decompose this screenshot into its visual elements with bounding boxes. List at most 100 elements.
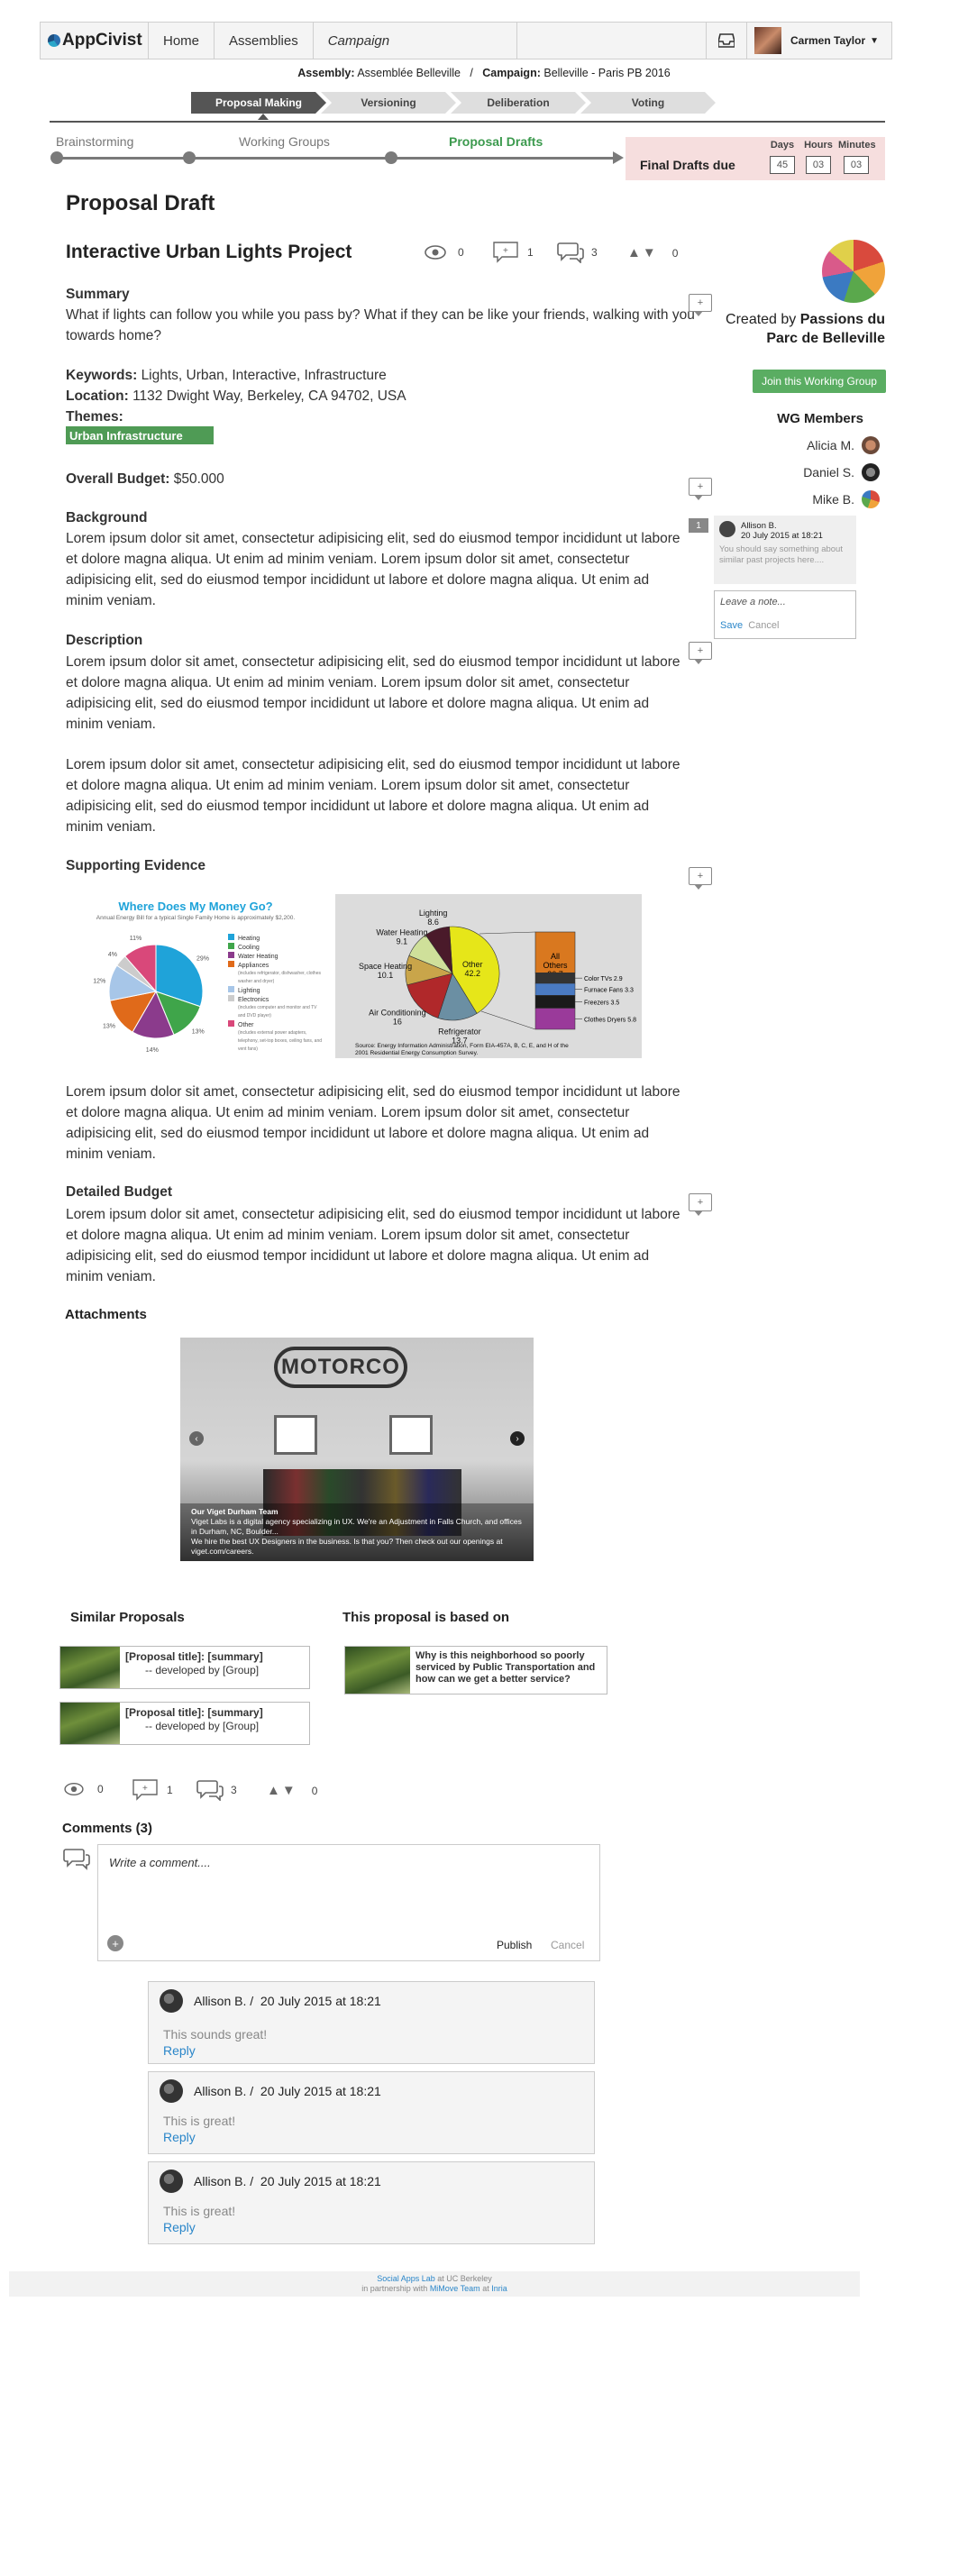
nav-campaign[interactable]: Campaign bbox=[314, 23, 517, 59]
cancel-note-button[interactable]: Cancel bbox=[748, 620, 779, 631]
pie-pct-label: 12% bbox=[93, 979, 105, 985]
phase-proposal-making[interactable]: Proposal Making bbox=[191, 92, 326, 114]
phase-voting[interactable]: Voting bbox=[580, 92, 716, 114]
nav-home[interactable]: Home bbox=[149, 23, 215, 59]
publish-button[interactable]: Publish bbox=[497, 1939, 532, 1951]
based-on-card[interactable]: Why is this neighborhood so poorly servi… bbox=[344, 1646, 607, 1694]
comment-editor[interactable]: Write a comment.... + Publish Cancel bbox=[97, 1844, 600, 1961]
similar-title: [Proposal title]: [summary] bbox=[125, 1706, 263, 1719]
comment-placeholder: Write a comment.... bbox=[109, 1856, 211, 1869]
avatar bbox=[160, 1989, 183, 2013]
window bbox=[274, 1415, 317, 1455]
breakdown-item-label: Clothes Dryers 5.8 bbox=[584, 1017, 636, 1023]
brand-logo[interactable]: AppCivist bbox=[41, 23, 149, 59]
user-menu[interactable]: Carmen Taylor ▼ bbox=[747, 23, 891, 59]
evidence-image-energy[interactable]: Other 42.2 Refrigerator 13.7 Air Conditionin… bbox=[335, 894, 642, 1058]
wg-member[interactable]: Daniel S. bbox=[748, 463, 880, 481]
downvote-icon[interactable]: ▼ bbox=[282, 1783, 296, 1798]
wg-member[interactable]: Mike B. bbox=[748, 490, 880, 508]
wg-member[interactable]: Alicia M. bbox=[748, 436, 880, 454]
inbox-icon[interactable] bbox=[706, 23, 747, 59]
countdown-days-label: Days bbox=[770, 140, 795, 151]
window bbox=[389, 1415, 433, 1455]
infographic-legend: Heating Cooling Water Heating Appliances… bbox=[228, 934, 323, 1054]
campaign-value[interactable]: Belleville - Paris PB 2016 bbox=[543, 67, 670, 79]
comments-icon bbox=[196, 1780, 224, 1801]
similar-title: [Proposal title]: [summary] bbox=[125, 1650, 263, 1663]
group-avatar[interactable] bbox=[822, 240, 885, 303]
votes-count: 0 bbox=[671, 246, 679, 260]
reply-button[interactable]: Reply bbox=[149, 2042, 594, 2060]
breakdown-item-label: Freezers 3.5 bbox=[584, 1000, 619, 1006]
add-note-button[interactable]: + bbox=[689, 642, 712, 664]
carousel-prev-icon[interactable]: ‹ bbox=[189, 1431, 204, 1446]
comment-separator: / bbox=[250, 1994, 254, 2008]
member-name: Daniel S. bbox=[803, 465, 854, 480]
stage-brainstorming[interactable]: Brainstorming bbox=[56, 134, 133, 149]
brand-name: AppCivist bbox=[62, 31, 142, 50]
comments-stat[interactable]: 3 bbox=[196, 1779, 237, 1801]
upvote-icon[interactable]: ▲ bbox=[267, 1783, 280, 1798]
pie-pct-label: 4% bbox=[108, 952, 117, 958]
downvote-icon[interactable]: ▼ bbox=[643, 245, 656, 260]
description-heading: Description bbox=[66, 633, 143, 648]
footer-inria-link[interactable]: Inria bbox=[491, 2284, 507, 2293]
attachment-caption: Our Viget Durham Team Viget Labs is a di… bbox=[180, 1503, 534, 1561]
save-note-button[interactable]: Save bbox=[720, 620, 743, 631]
add-attachment-icon[interactable]: + bbox=[107, 1935, 123, 1951]
legend-item: Appliances bbox=[228, 961, 323, 970]
add-note-button[interactable]: + bbox=[689, 294, 712, 316]
theme-tag[interactable]: Urban Infrastructure bbox=[66, 426, 214, 444]
add-note-button[interactable]: + bbox=[689, 867, 712, 890]
stage-proposal-drafts[interactable]: Proposal Drafts bbox=[449, 134, 543, 149]
note-input[interactable]: Leave a note... Save Cancel bbox=[714, 590, 856, 639]
pie-pct-label: 11% bbox=[130, 936, 142, 942]
footer-lab-link[interactable]: Social Apps Lab bbox=[377, 2274, 435, 2283]
comment-author: Allison B. bbox=[194, 2174, 247, 2188]
footer-team-link[interactable]: MiMove Team bbox=[430, 2284, 480, 2293]
similar-proposal-card[interactable]: [Proposal title]: [summary] -- developed … bbox=[59, 1702, 310, 1745]
nav-assemblies[interactable]: Assemblies bbox=[215, 23, 314, 59]
timeline-arrow-icon bbox=[613, 151, 624, 164]
note-date: 20 July 2015 at 18:21 bbox=[741, 531, 823, 541]
budget-row: Overall Budget: $50.000 bbox=[66, 469, 688, 489]
similar-proposal-card[interactable]: [Proposal title]: [summary] -- developed … bbox=[59, 1646, 310, 1689]
evidence-image-money[interactable]: Where Does My Money Go? Annual Energy Bi… bbox=[66, 892, 325, 1065]
carousel-next-icon[interactable]: › bbox=[510, 1431, 525, 1446]
assembly-value[interactable]: Assemblée Belleville bbox=[357, 67, 461, 79]
background-text: Lorem ipsum dolor sit amet, consectetur … bbox=[66, 531, 680, 608]
legend-label: Cooling bbox=[238, 945, 260, 951]
notes-stat[interactable]: + 1 bbox=[132, 1779, 173, 1801]
avatar bbox=[862, 463, 880, 481]
location-label: Location: bbox=[66, 388, 129, 404]
comment-author: Allison B. bbox=[194, 1994, 247, 2008]
footer-text: in partnership with bbox=[361, 2284, 428, 2293]
vote-stat[interactable]: ▲ ▼ 0 bbox=[627, 245, 678, 260]
notes-stat[interactable]: + 1 bbox=[493, 242, 534, 263]
views-count: 0 bbox=[458, 246, 464, 259]
breakdown-item-label: Furnace Fans 3.3 bbox=[584, 988, 634, 994]
join-group-button[interactable]: Join this Working Group bbox=[753, 370, 886, 393]
votes-count: 0 bbox=[311, 1784, 318, 1797]
breadcrumb-separator: / bbox=[470, 67, 473, 79]
reply-button[interactable]: Reply bbox=[149, 2128, 594, 2146]
phase-deliberation[interactable]: Deliberation bbox=[451, 92, 586, 114]
reply-button[interactable]: Reply bbox=[149, 2218, 594, 2236]
phase-versioning[interactable]: Versioning bbox=[321, 92, 456, 114]
keywords-value: Lights, Urban, Interactive, Infrastructu… bbox=[141, 368, 387, 383]
location-row: Location: 1132 Dwight Way, Berkeley, CA … bbox=[66, 386, 688, 406]
caption-text: Viget Labs is a digital agency specializ… bbox=[191, 1517, 522, 1536]
note-count-badge[interactable]: 1 bbox=[689, 518, 708, 533]
add-note-button[interactable]: + bbox=[689, 1193, 712, 1216]
upvote-icon[interactable]: ▲ bbox=[627, 245, 641, 260]
evidence-text: Lorem ipsum dolor sit amet, consectetur … bbox=[66, 1084, 680, 1162]
eye-icon bbox=[425, 245, 446, 260]
comments-stat[interactable]: 3 bbox=[557, 242, 598, 263]
stage-working-groups[interactable]: Working Groups bbox=[239, 134, 330, 149]
cancel-comment-button[interactable]: Cancel bbox=[551, 1939, 584, 1951]
vote-stat[interactable]: ▲ ▼ 0 bbox=[267, 1783, 317, 1798]
attachment-carousel[interactable]: MOTORCO Our Viget Durham Team Viget Labs… bbox=[180, 1338, 534, 1561]
add-note-button[interactable]: + bbox=[689, 478, 712, 500]
comment-text: This is great! bbox=[163, 2204, 236, 2218]
divider bbox=[50, 121, 885, 123]
